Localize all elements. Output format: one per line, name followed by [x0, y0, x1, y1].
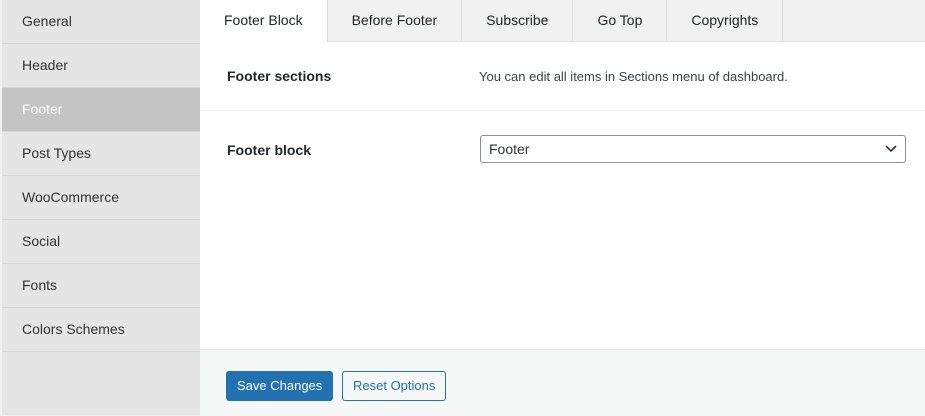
sidebar-item-post-types[interactable]: Post Types [2, 132, 200, 176]
options-panel: Footer Block Before Footer Subscribe Go … [200, 0, 925, 416]
tab-subscribe[interactable]: Subscribe [462, 0, 574, 41]
footer-sections-label: Footer sections [227, 68, 332, 84]
tab-before-footer[interactable]: Before Footer [328, 0, 463, 41]
footer-block-selected-value: Footer [489, 141, 530, 157]
chevron-down-icon [885, 145, 897, 152]
reset-options-button[interactable]: Reset Options [342, 371, 447, 401]
sidebar-item-fonts[interactable]: Fonts [2, 264, 200, 308]
footer-block-row: Footer block Footer [200, 111, 925, 189]
sidebar-item-footer[interactable]: Footer [2, 88, 200, 132]
footer-sections-description: You can edit all items in Sections menu … [479, 68, 788, 84]
sidebar-item-colors-schemes[interactable]: Colors Schemes [2, 308, 200, 352]
form-actions-bar: Save Changes Reset Options [200, 349, 925, 416]
tab-copyrights[interactable]: Copyrights [667, 0, 784, 41]
tab-go-top[interactable]: Go Top [573, 0, 668, 41]
footer-block-select[interactable]: Footer [480, 135, 906, 163]
footer-block-label: Footer block [227, 142, 312, 158]
sidebar-item-header[interactable]: Header [2, 44, 200, 88]
sidebar-item-general[interactable]: General [2, 0, 200, 44]
sidebar-item-social[interactable]: Social [2, 220, 200, 264]
tab-bar: Footer Block Before Footer Subscribe Go … [200, 0, 925, 42]
footer-sections-row: Footer sections You can edit all items i… [200, 42, 925, 111]
tab-footer-block[interactable]: Footer Block [200, 0, 328, 42]
options-sidebar: General Header Footer Post Types WooComm… [2, 0, 200, 415]
save-changes-button[interactable]: Save Changes [226, 371, 334, 401]
sidebar-item-woocommerce[interactable]: WooCommerce [2, 176, 200, 220]
